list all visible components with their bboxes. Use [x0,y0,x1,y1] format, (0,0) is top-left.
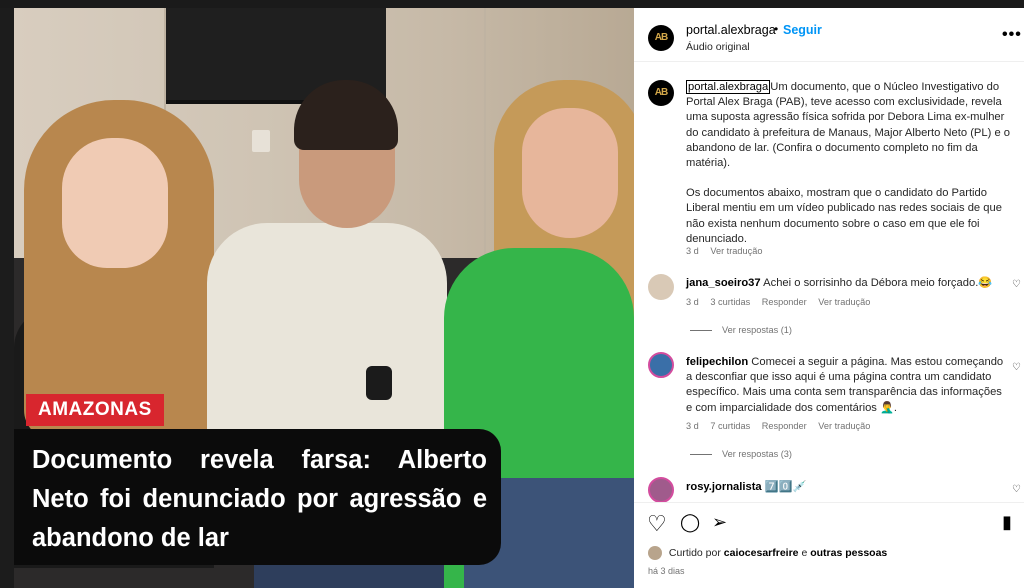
comment-like-icon[interactable]: ♡ [1012,362,1021,373]
comment-username[interactable]: jana_soeiro37 [686,277,761,289]
post-header: AB portal.alexbraga • Seguir Áudio origi… [634,8,1024,62]
wrist-watch [366,366,392,400]
comment-likes[interactable]: 7 curtidas [710,421,750,431]
liked-user[interactable]: caiocesarfreire [724,547,799,559]
view-replies-label: Ver respostas (1) [722,325,792,335]
commenter-avatar[interactable] [648,352,674,378]
audio-label[interactable]: Áudio original [686,41,750,53]
follow-button[interactable]: Seguir [783,23,822,37]
bookmark-icon[interactable]: ▮ [1002,512,1012,533]
liked-prefix: Curtido por [668,546,721,559]
caption-meta: 3 d Ver tradução [686,246,771,256]
person-left-face [62,138,168,268]
comment-time: 3 d [686,421,699,431]
comment-body: Achei o sorrisinho da Débora meio forçad… [763,277,993,289]
profile-avatar[interactable]: AB [648,25,674,51]
replies-line [690,454,712,456]
comment-text: felipechilon Comecei a seguir a página. … [686,355,1006,416]
caption-text-2: Os documentos abaixo, mostram que o cand… [686,187,1002,245]
region-tag: AMAZONAS [26,394,164,426]
comment-text: jana_soeiro37 Achei o sorrisinho da Débo… [686,276,1006,291]
like-icon[interactable]: ♡ [647,511,667,537]
translate-link[interactable]: Ver tradução [818,297,870,307]
comment-text: rosy.jornalista 7️⃣0️⃣💉 [686,480,1006,495]
avatar-logo: AB [654,87,668,98]
wall-outlet [252,130,270,152]
caption-avatar[interactable]: AB [648,80,674,106]
replies-line [690,330,712,332]
view-replies-button[interactable]: Ver respostas (1) [690,325,792,335]
translate-link[interactable]: Ver tradução [818,421,870,431]
browser-top-strip [0,0,1024,8]
avatar-logo: AB [654,32,668,43]
commenter-avatar[interactable] [648,274,674,300]
reply-button[interactable]: Responder [762,297,807,307]
comment-username[interactable]: felipechilon [686,356,748,368]
view-replies-button[interactable]: Ver respostas (3) [690,449,792,459]
post-media[interactable]: AMAZONAS Documento revela farsa: Alberto… [14,8,634,588]
person-right-face [522,108,618,238]
comment-like-icon[interactable]: ♡ [1012,279,1021,290]
liked-others[interactable]: outras pessoas [810,547,887,559]
comment-like-icon[interactable]: ♡ [1012,484,1021,495]
comment-body: 7️⃣0️⃣💉 [764,481,807,493]
liked-and: e [801,546,808,559]
left-edge-bar [0,8,14,588]
headline-banner: Documento revela farsa: Alberto Neto foi… [14,429,501,565]
post-caption: portal.alexbraga Um documento, que o Núcl… [686,80,1012,247]
comment-username[interactable]: rosy.jornalista [686,481,762,493]
separator-dot: • [774,22,779,36]
comment-icon[interactable]: ◯ [680,512,700,533]
liker-avatar [648,546,662,560]
commenter-avatar[interactable] [648,477,674,503]
view-replies-label: Ver respostas (3) [722,449,792,459]
share-icon[interactable]: ➢ [712,512,727,533]
comment-meta: 3 d 7 curtidas Responder Ver tradução [686,421,879,431]
caption-time: 3 d [686,246,699,256]
header-username[interactable]: portal.alexbraga [686,23,776,37]
caption-text: Um documento, que o Núcleo Investigativo… [686,81,1011,170]
more-options-icon[interactable]: ••• [1002,26,1022,44]
comment-meta: 3 d 3 curtidas Responder Ver tradução [686,297,879,307]
post-time: há 3 dias [648,566,685,576]
liked-by: Curtido por caiocesarfreire e outras pes… [648,546,887,560]
reply-button[interactable]: Responder [762,421,807,431]
caption-translate-link[interactable]: Ver tradução [710,246,762,256]
comment-likes[interactable]: 3 curtidas [710,297,750,307]
caption-username[interactable]: portal.alexbraga [686,80,771,94]
post-side-panel: AB portal.alexbraga • Seguir Áudio origi… [634,8,1024,588]
comment-time: 3 d [686,297,699,307]
